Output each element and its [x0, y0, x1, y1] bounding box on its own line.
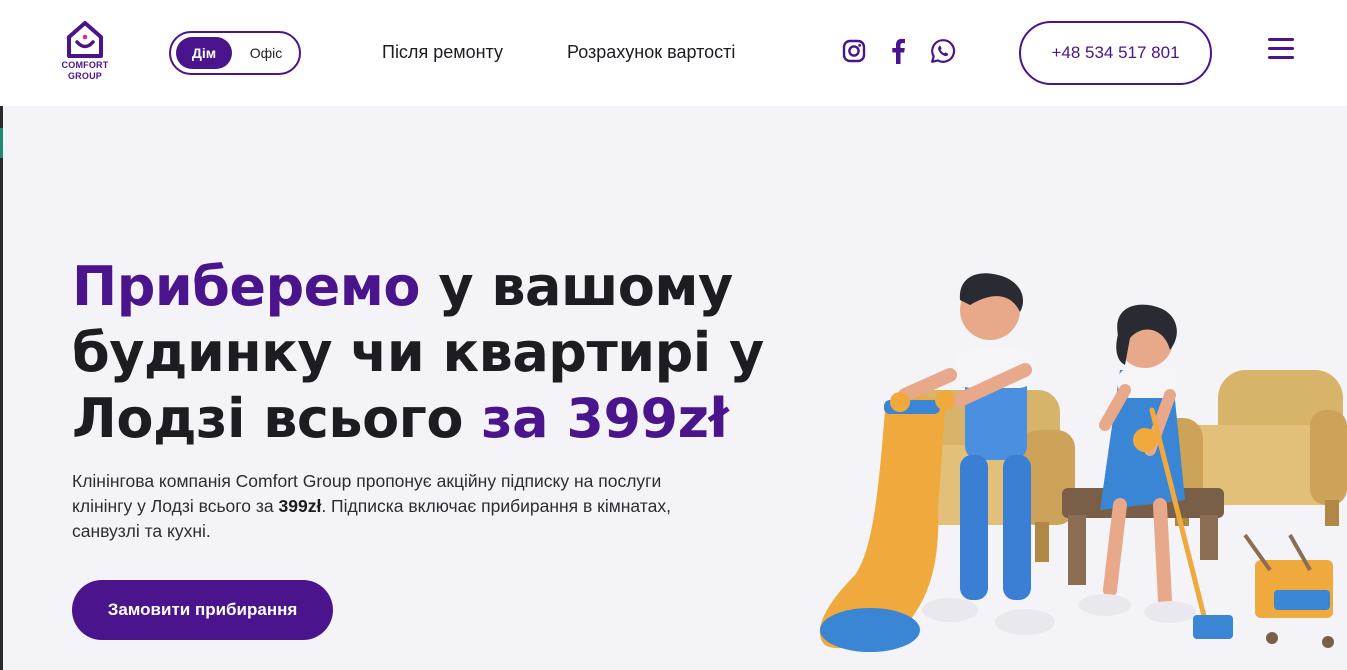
home-office-toggle: Дім Офіс — [169, 31, 301, 75]
hero-title: Приберемо у вашому будинку чи квартирі у… — [72, 254, 792, 452]
whatsapp-icon[interactable] — [929, 37, 957, 65]
nav-cost-calculation[interactable]: Розрахунок вартості — [567, 42, 735, 63]
hero-desc-price: 399zł — [278, 496, 322, 516]
cleaners-illustration — [800, 260, 1347, 670]
logo-text-line2: GROUP — [67, 71, 102, 81]
mop-bucket — [1243, 533, 1334, 648]
facebook-icon[interactable] — [884, 37, 912, 65]
order-cleaning-button[interactable]: Замовити прибирання — [72, 580, 333, 640]
hero-description: Клінінгова компанія Comfort Group пропон… — [72, 469, 672, 544]
toggle-office[interactable]: Офіс — [237, 37, 295, 69]
phone-button[interactable]: +48 534 517 801 — [1019, 21, 1212, 85]
house-smile-icon — [67, 21, 103, 58]
instagram-icon[interactable] — [840, 37, 868, 65]
toggle-home[interactable]: Дім — [176, 37, 232, 69]
logo[interactable]: COMFORT GROUP — [56, 18, 114, 90]
logo-text-line1: COMFORT — [61, 60, 109, 70]
hero-title-price: за 399zł — [481, 387, 729, 450]
hero-title-accent: Приберемо — [72, 255, 421, 318]
site-header: COMFORT GROUP Дім Офіс Після ремонту Роз… — [0, 0, 1347, 106]
hamburger-menu-icon[interactable] — [1268, 38, 1294, 62]
nav-after-repair[interactable]: Після ремонту — [382, 42, 503, 63]
